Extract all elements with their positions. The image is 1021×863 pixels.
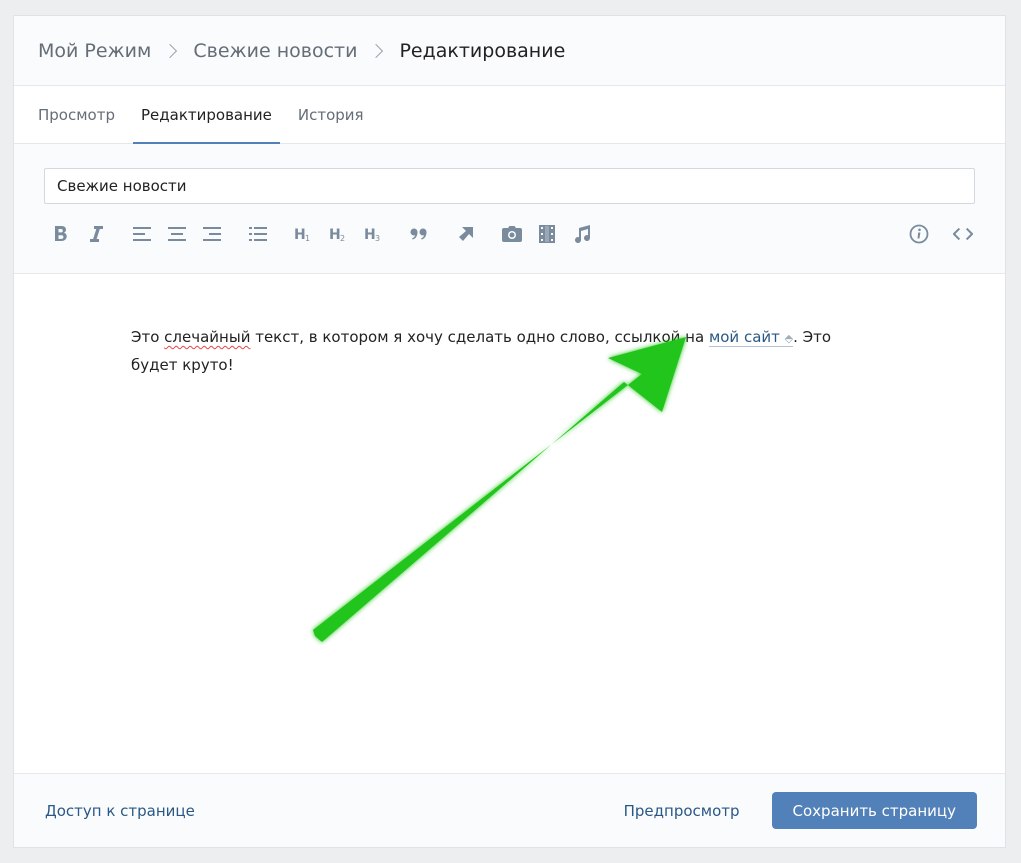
inline-link[interactable]: мой сайт ⬘ xyxy=(708,328,794,347)
page-title-input[interactable] xyxy=(44,168,975,204)
chevron-right-icon xyxy=(163,43,178,58)
italic-icon[interactable] xyxy=(86,224,106,244)
preview-link[interactable]: Предпросмотр xyxy=(624,802,740,820)
misspelled-word[interactable]: слечайный xyxy=(164,328,250,346)
breadcrumb: Мой Режим Свежие новости Редактирование xyxy=(14,16,1005,86)
align-right-icon[interactable] xyxy=(202,224,222,244)
formatting-toolbar: H1 H2 H3 xyxy=(51,204,975,264)
save-page-button[interactable]: Сохранить страницу xyxy=(771,792,977,829)
heading-2-icon[interactable]: H2 xyxy=(329,224,349,244)
breadcrumb-item-page[interactable]: Свежие новости xyxy=(193,40,357,62)
editor-header: H1 H2 H3 xyxy=(14,144,1005,274)
quote-icon[interactable] xyxy=(410,224,430,244)
breadcrumb-item-home[interactable]: Мой Режим xyxy=(38,40,151,62)
arrow-shape xyxy=(313,337,686,642)
list-icon[interactable] xyxy=(248,224,268,244)
link-arrow-icon[interactable] xyxy=(456,224,476,244)
breadcrumb-current: Редактирование xyxy=(399,39,566,62)
info-icon[interactable] xyxy=(909,224,929,244)
content-paragraph[interactable]: Это слечайный текст, в котором я хочу сд… xyxy=(131,324,871,378)
video-icon[interactable] xyxy=(537,224,557,244)
svg-text:H: H xyxy=(364,227,376,242)
tab-edit[interactable]: Редактирование xyxy=(132,86,280,144)
align-center-icon[interactable] xyxy=(167,224,187,244)
tab-bar: Просмотр Редактирование История xyxy=(14,86,1005,144)
editor-footer: Доступ к странице Предпросмотр Сохранить… xyxy=(14,773,1005,847)
svg-text:2: 2 xyxy=(340,234,345,242)
tab-view[interactable]: Просмотр xyxy=(38,86,123,143)
svg-text:3: 3 xyxy=(375,234,380,242)
heading-1-icon[interactable]: H1 xyxy=(294,224,314,244)
text-segment: Это xyxy=(131,328,165,346)
text-segment: текст, в котором я хочу сделать одно сло… xyxy=(250,328,709,346)
photo-icon[interactable] xyxy=(502,224,522,244)
chevron-right-icon xyxy=(369,43,384,58)
audio-icon[interactable] xyxy=(572,224,592,244)
inline-link-text: мой сайт xyxy=(708,328,780,346)
page-access-link[interactable]: Доступ к странице xyxy=(45,802,195,820)
link-marker-icon: ⬘ xyxy=(784,332,794,345)
svg-text:H: H xyxy=(329,227,341,242)
bold-icon[interactable] xyxy=(51,224,71,244)
heading-3-icon[interactable]: H3 xyxy=(364,224,384,244)
svg-text:1: 1 xyxy=(305,234,310,242)
code-icon[interactable] xyxy=(953,224,973,244)
tab-history[interactable]: История xyxy=(290,86,372,143)
wiki-editor-card: Мой Режим Свежие новости Редактирование … xyxy=(13,15,1006,848)
align-left-icon[interactable] xyxy=(132,224,152,244)
editor-content-area[interactable]: Это слечайный текст, в котором я хочу сд… xyxy=(14,274,1005,774)
svg-text:H: H xyxy=(294,227,306,242)
